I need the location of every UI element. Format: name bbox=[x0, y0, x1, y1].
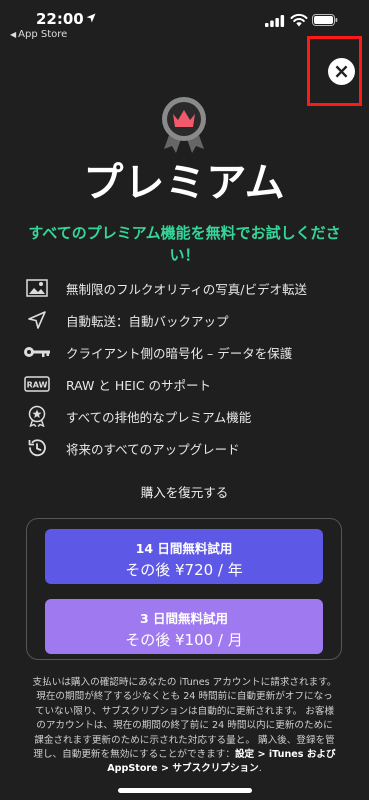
location-arrow-icon bbox=[86, 13, 96, 23]
key-icon bbox=[22, 341, 52, 363]
cellular-signal-icon bbox=[265, 15, 285, 27]
raw-icon: RAW bbox=[22, 373, 52, 395]
monthly-plan-button[interactable]: 3 日間無料試用 その後 ¥100 / 月 bbox=[45, 599, 323, 654]
close-icon: × bbox=[333, 59, 350, 83]
close-button[interactable]: × bbox=[328, 58, 355, 85]
subscription-terms: 支払いは購入の確認時にあなたの iTunes アカウントに請求されます。 現在の… bbox=[32, 677, 337, 775]
feature-list: 無制限のフルクオリティの写真/ビデオ転送 自動転送：自動バックアップ クライアン… bbox=[22, 272, 352, 464]
plan-price-label: その後 ¥720 / 年 bbox=[125, 561, 243, 579]
premium-badge-icon bbox=[162, 97, 206, 153]
feature-item: 将来のすべてのアップグレード bbox=[22, 432, 352, 464]
feature-item: 自動転送：自動バックアップ bbox=[22, 304, 352, 336]
feature-item: RAW RAW と HEIC のサポート bbox=[22, 368, 352, 400]
wifi-icon bbox=[290, 13, 308, 27]
feature-item: すべての排他的なプレミアム機能 bbox=[22, 400, 352, 432]
navigation-arrow-icon bbox=[22, 309, 52, 331]
feature-item: 無制限のフルクオリティの写真/ビデオ転送 bbox=[22, 272, 352, 304]
award-icon bbox=[22, 405, 52, 427]
status-time: 22:00 bbox=[36, 10, 84, 28]
plan-trial-label: 3 日間無料試用 bbox=[139, 611, 229, 626]
page-title: プレミアム bbox=[83, 160, 286, 206]
back-triangle-icon: ◀ bbox=[10, 30, 17, 39]
feature-item: クライアント側の暗号化 – データを保護 bbox=[22, 336, 352, 368]
restore-purchases-link[interactable]: 購入を復元する bbox=[0, 482, 369, 501]
back-to-app-store[interactable]: ◀ App Store bbox=[10, 29, 67, 40]
svg-text:RAW: RAW bbox=[27, 381, 48, 390]
home-indicator[interactable] bbox=[118, 788, 252, 793]
plan-options: 14 日間無料試用 その後 ¥720 / 年 3 日間無料試用 その後 ¥100… bbox=[26, 518, 342, 660]
yearly-plan-button[interactable]: 14 日間無料試用 その後 ¥720 / 年 bbox=[45, 529, 323, 584]
battery-icon bbox=[312, 14, 338, 26]
plan-trial-label: 14 日間無料試用 bbox=[135, 541, 233, 556]
plan-price-label: その後 ¥100 / 月 bbox=[125, 631, 243, 649]
photo-icon bbox=[22, 277, 52, 299]
trial-subtitle: すべてのプレミアム機能を無料でお試しください！ bbox=[28, 224, 341, 264]
history-clock-icon bbox=[22, 437, 52, 459]
